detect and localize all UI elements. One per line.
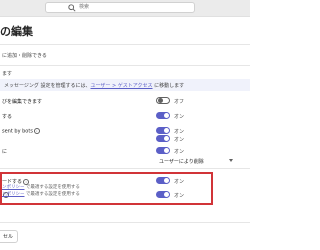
toggle-switch[interactable] (156, 177, 170, 184)
toggle-state: オン (174, 137, 185, 143)
toggle-knob (164, 192, 169, 197)
toggle-knob (164, 136, 169, 141)
toggle-switch[interactable] (156, 112, 170, 119)
toggle-state: オン (174, 149, 185, 155)
sublabel-text: で最適する設定を使用する (24, 192, 80, 197)
toggle-switch[interactable] (156, 135, 170, 142)
toggle-state: オフ (174, 99, 185, 105)
page-title: の編集 (0, 25, 33, 38)
setting-label: する (2, 114, 13, 120)
toggle-knob (164, 148, 169, 153)
setting-row-policy: i ンポリシー で最適する設定を使用する オン (0, 189, 250, 202)
info-banner: メッセージング 設定を管理するには、ユーザー > ゲストアクセス に移動します (0, 79, 250, 91)
delete-option-dropdown[interactable]: ユーザーにより削除 (155, 156, 235, 165)
setting-row-2: する オン (0, 110, 250, 123)
search-input[interactable] (79, 3, 189, 12)
toggle-state: オン (174, 114, 185, 120)
toggle-state: オン (174, 193, 185, 199)
title-divider (0, 44, 250, 45)
field-hint-text: ます (2, 71, 13, 77)
dropdown-value: ユーザーにより削除 (159, 159, 204, 165)
search-icon (68, 4, 76, 12)
toggle-knob (164, 113, 169, 118)
toggle-switch[interactable] (156, 191, 170, 198)
chevron-down-icon (229, 159, 233, 162)
footer-divider (0, 222, 250, 223)
section-divider (0, 168, 250, 169)
toggle-knob (158, 98, 163, 103)
subtitle-text: に追加・削除できる (2, 53, 47, 59)
setting-label: びを編集できます (2, 99, 43, 105)
setting-label: に (2, 149, 8, 155)
setting-row-download: ードする i ンポリシー で最適する設定を使用する オン (0, 175, 250, 190)
subtitle-divider (0, 65, 250, 66)
guest-access-link[interactable]: ユーザー > ゲストアクセス (91, 83, 153, 89)
info-text-after: に移動します (152, 83, 185, 89)
top-bar (0, 0, 250, 17)
toggle-knob (164, 178, 169, 183)
info-text-before: メッセージング 設定を管理するには、 (4, 83, 91, 89)
cancel-button[interactable]: セル (0, 230, 18, 243)
search-box[interactable] (45, 2, 195, 13)
toggle-switch[interactable] (156, 97, 170, 104)
setting-sublabel: ンポリシー で最適する設定を使用する (2, 191, 80, 197)
toggle-state: オン (174, 179, 185, 185)
policy-link[interactable]: ンポリシー (2, 192, 25, 197)
setting-row-edit: びを編集できます オフ (0, 95, 250, 108)
toggle-switch[interactable] (156, 147, 170, 154)
